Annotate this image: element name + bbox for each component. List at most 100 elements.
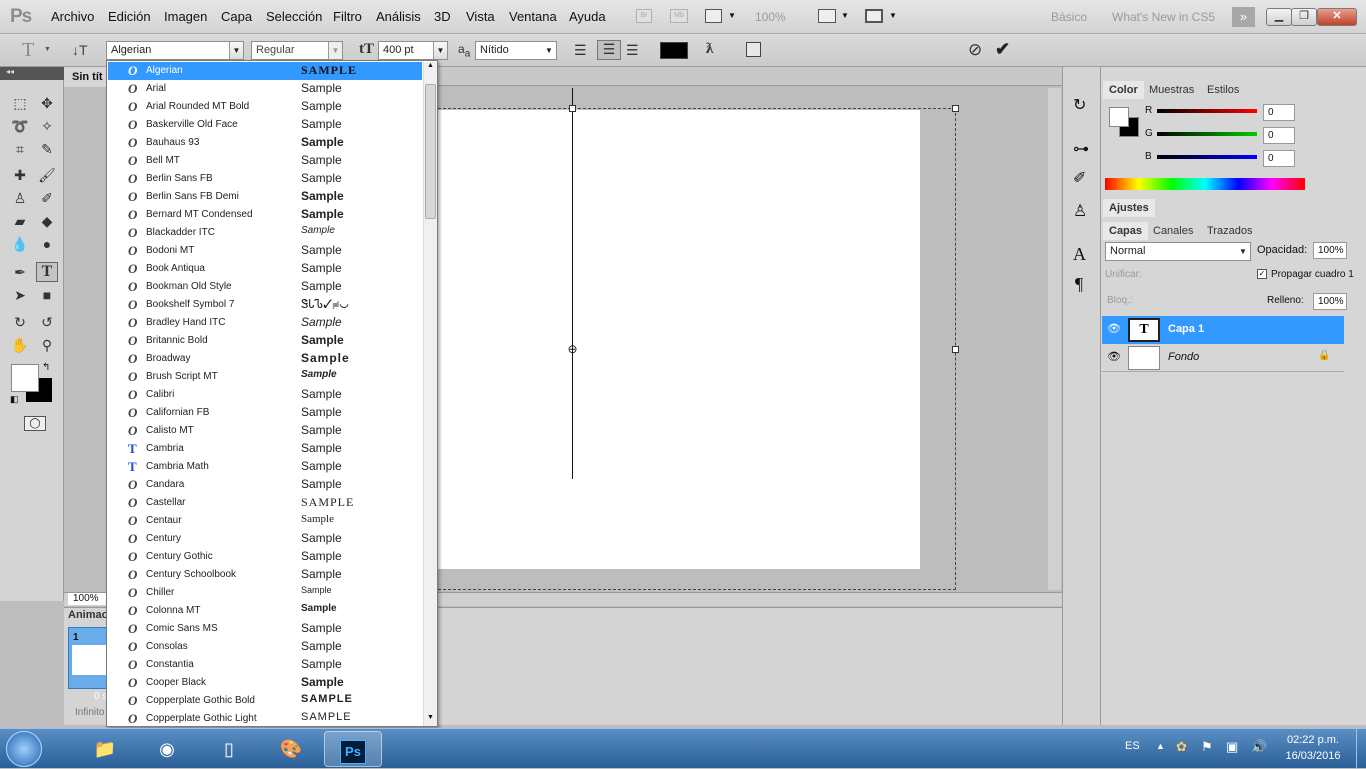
clock-date[interactable]: 16/03/2016 — [1282, 750, 1344, 762]
workspace-basico[interactable]: Básico — [1051, 10, 1087, 24]
zoom-icon[interactable]: ⚲ — [36, 335, 58, 355]
vertical-scrollbar[interactable] — [1048, 88, 1061, 590]
font-list-item[interactable]: O Chiller Sample — [108, 584, 422, 602]
pen-icon[interactable]: ✒ — [9, 262, 31, 282]
swap-colors-icon[interactable]: ↰ — [42, 362, 50, 373]
show-hidden-icons-icon[interactable]: ▲ — [1156, 741, 1165, 751]
font-list-item[interactable]: O Arial Sample — [108, 80, 422, 98]
scroll-thumb[interactable] — [425, 84, 436, 219]
default-colors-icon[interactable]: ◧ — [10, 394, 19, 405]
path-selection-icon[interactable]: ➤ — [9, 285, 31, 305]
tab-muestras[interactable]: Muestras — [1143, 81, 1200, 99]
font-list-item[interactable]: O Bradley Hand ITC Sample — [108, 314, 422, 332]
layer-row[interactable]: 👁 Fondo 🔒 — [1102, 344, 1344, 372]
g-value[interactable]: 0 — [1263, 127, 1295, 144]
blur-icon[interactable]: 💧 — [9, 234, 31, 254]
chevron-down-icon[interactable]: ▼ — [433, 42, 447, 59]
loop-option[interactable]: Infinito — [75, 707, 104, 718]
b-slider[interactable] — [1157, 155, 1257, 159]
tab-estilos[interactable]: Estilos — [1201, 81, 1245, 99]
font-list-item[interactable]: O Century Gothic Sample — [108, 548, 422, 566]
menu-archivo[interactable]: Archivo — [51, 9, 94, 24]
font-list-item[interactable]: O Bookshelf Symbol 7 ᏕᏓᏖ✓≓◡ — [108, 296, 422, 314]
restore-button[interactable]: ❐ — [1291, 8, 1317, 26]
font-list-item[interactable]: O Britannic Bold Sample — [108, 332, 422, 350]
menu-ayuda[interactable]: Ayuda — [569, 9, 606, 24]
eyedropper-icon[interactable]: ✎ — [36, 139, 58, 159]
font-dropdown-list[interactable]: O Algerian SAMPLE O Arial Sample O Arial Rounde… — [106, 60, 438, 727]
align-center-icon[interactable]: ☰ — [597, 40, 621, 60]
zoom-readout[interactable]: 100% — [68, 593, 106, 605]
menu-analisis[interactable]: Análisis — [376, 9, 421, 24]
layer-row[interactable]: 👁 T Capa 1 — [1102, 316, 1344, 344]
chevron-down-icon[interactable]: ▼ — [229, 42, 243, 59]
chevron-down-icon[interactable]: ▼ — [889, 11, 897, 20]
animation-tab[interactable]: Animac — [68, 609, 108, 621]
brush-icon[interactable]: 🖌 — [36, 165, 58, 185]
font-list-item[interactable]: O Berlin Sans FB Demi Sample — [108, 188, 422, 206]
rectangle-shape-icon[interactable]: ■ — [36, 285, 58, 305]
bbox-handle-top[interactable] — [569, 105, 576, 112]
healing-brush-icon[interactable]: ✚ — [9, 165, 31, 185]
menu-filtro[interactable]: Filtro — [333, 9, 362, 24]
toolbox-collapse-icon[interactable]: ◂◂ — [0, 67, 64, 80]
align-right-icon[interactable]: ☰ — [626, 42, 639, 59]
font-list-item[interactable]: O Bodoni MT Sample — [108, 242, 422, 260]
font-list-item[interactable]: O Bell MT Sample — [108, 152, 422, 170]
phone-app-icon[interactable]: ▯ — [200, 731, 258, 767]
chevron-down-icon[interactable]: ▼ — [328, 42, 342, 59]
color-spectrum[interactable] — [1105, 178, 1305, 190]
font-list-item[interactable]: O Calibri Sample — [108, 386, 422, 404]
menu-edicion[interactable]: Edición — [108, 9, 151, 24]
menu-seleccion[interactable]: Selección — [266, 9, 322, 24]
brush-panel-icon[interactable]: ✐ — [1073, 168, 1086, 188]
more-workspaces-icon[interactable]: » — [1232, 7, 1255, 27]
font-list-item[interactable]: O Century Schoolbook Sample — [108, 566, 422, 584]
font-list-item[interactable]: T Cambria Math Sample — [108, 458, 422, 476]
brush-presets-icon[interactable]: ⊶ — [1073, 139, 1089, 159]
chevron-down-icon[interactable]: ▼ — [542, 42, 556, 59]
paint-bucket-icon[interactable]: ◆ — [36, 211, 58, 231]
paragraph-icon[interactable]: ¶ — [1075, 274, 1083, 295]
marquee-icon[interactable]: ⬚ — [9, 93, 31, 113]
3d-orbit-icon[interactable]: ↺ — [36, 312, 58, 332]
cancel-icon[interactable]: ⊘ — [968, 40, 982, 60]
font-list-item[interactable]: O Algerian SAMPLE — [108, 62, 422, 80]
font-list-item[interactable]: O Candara Sample — [108, 476, 422, 494]
propagate-checkbox[interactable]: ✓ — [1257, 269, 1267, 279]
font-list-item[interactable]: O Brush Script MT Sample — [108, 368, 422, 386]
history-icon[interactable]: ↻ — [1073, 95, 1086, 115]
text-bounding-box[interactable] — [438, 108, 956, 590]
character-icon[interactable]: A — [1073, 244, 1086, 265]
eye-icon[interactable]: 👁 — [1107, 350, 1121, 363]
font-list-item[interactable]: T Cambria Sample — [108, 440, 422, 458]
fill-value[interactable]: 100% — [1313, 293, 1347, 310]
text-color-swatch[interactable] — [660, 42, 688, 59]
dodge-icon[interactable]: ● — [36, 234, 58, 254]
font-list-item[interactable]: O Copperplate Gothic Light SAMPLE — [108, 710, 422, 726]
eraser-icon[interactable]: ▰ — [9, 211, 31, 231]
show-desktop-button[interactable] — [1356, 729, 1366, 769]
history-brush-icon[interactable]: ✐ — [36, 188, 58, 208]
photoshop-taskbar-button[interactable]: Ps — [324, 731, 382, 767]
font-list-item[interactable]: O Castellar SAMPLE — [108, 494, 422, 512]
tab-canales[interactable]: Canales — [1147, 222, 1199, 240]
network-icon[interactable]: ▣ — [1226, 739, 1238, 755]
bbox-handle-top-right[interactable] — [952, 105, 959, 112]
font-style-field[interactable]: Regular ▼ — [251, 41, 343, 60]
minibridge-icon[interactable]: Mb — [670, 9, 688, 23]
font-list-item[interactable]: O Baskerville Old Face Sample — [108, 116, 422, 134]
font-list-item[interactable]: O Bookman Old Style Sample — [108, 278, 422, 296]
font-list-item[interactable]: O Copperplate Gothic Bold SAMPLE — [108, 692, 422, 710]
align-left-icon[interactable]: ☰ — [574, 42, 587, 59]
warp-text-icon[interactable]: ƛ — [706, 41, 713, 58]
font-list-item[interactable]: O Broadway Sample — [108, 350, 422, 368]
font-list-item[interactable]: O Berlin Sans FB Sample — [108, 170, 422, 188]
text-orientation-icon[interactable]: ↓T — [72, 42, 88, 58]
font-list-item[interactable]: O Bauhaus 93 Sample — [108, 134, 422, 152]
font-list-item[interactable]: O Cooper Black Sample — [108, 674, 422, 692]
tab-color[interactable]: Color — [1103, 81, 1144, 99]
commit-icon[interactable]: ✔ — [995, 39, 1010, 60]
chevron-down-icon[interactable]: ▼ — [44, 46, 51, 53]
scroll-up-icon[interactable]: ▲ — [424, 62, 437, 74]
